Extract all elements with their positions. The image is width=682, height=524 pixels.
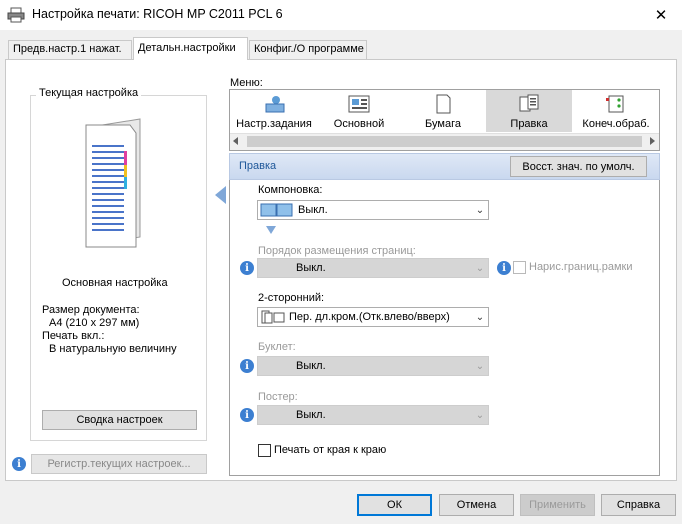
printer-icon <box>7 7 25 23</box>
down-arrow-icon <box>266 226 276 234</box>
poster-label: Постер: <box>258 391 298 403</box>
collapse-arrow-icon[interactable] <box>215 186 226 204</box>
duplex-select[interactable]: Пер. дл.кром.(Отк.влево/вверх) ⌄ <box>257 307 489 327</box>
chevron-down-icon: ⌄ <box>475 409 485 421</box>
settings-content <box>229 180 660 476</box>
info-icon[interactable]: i <box>12 457 26 471</box>
chevron-down-icon: ⌄ <box>475 360 485 372</box>
booklet-value: Выкл. <box>296 360 326 372</box>
menu-item-paper[interactable]: Бумага <box>400 90 486 132</box>
layout-icon <box>260 203 293 217</box>
draw-frame-label: Нарис.границ.рамки <box>529 261 633 273</box>
menu-item-finishing[interactable]: Конеч.обраб. <box>572 90 659 132</box>
layout-label: Компоновка: <box>258 184 323 196</box>
menu-item-label: Основной <box>333 118 385 130</box>
ok-button[interactable]: ОК <box>357 494 432 516</box>
basic-icon <box>348 95 370 113</box>
document-preview-image <box>85 118 141 248</box>
doc-size-label: Размер документа: <box>42 304 140 316</box>
chevron-down-icon: ⌄ <box>475 262 485 274</box>
menu-item-label: Бумага <box>425 118 461 130</box>
info-icon[interactable]: i <box>240 359 254 373</box>
chevron-down-icon: ⌄ <box>475 311 485 323</box>
menu-item-label: Настр.задания <box>236 118 312 130</box>
edge-to-edge-checkbox[interactable] <box>258 444 271 457</box>
edit-icon <box>519 94 539 112</box>
info-icon[interactable]: i <box>497 261 511 275</box>
print-on-label: Печать вкл.: <box>42 330 105 342</box>
page-order-select: Выкл. ⌄ <box>257 258 489 278</box>
mode-text: Основная настройка <box>62 277 168 289</box>
current-settings-title: Текущая настройка <box>36 87 142 99</box>
cancel-button[interactable]: Отмена <box>439 494 514 516</box>
window-title: Настройка печати: RICOH MP C2011 PCL 6 <box>32 7 283 21</box>
menu-item-basic[interactable]: Основной <box>318 90 400 132</box>
page-order-label: Порядок размещения страниц: <box>258 245 416 257</box>
doc-size-value: A4 (210 x 297 мм) <box>49 317 140 329</box>
settings-summary-button[interactable]: Сводка настроек <box>42 410 197 430</box>
paper-icon <box>436 94 451 114</box>
chevron-down-icon: ⌄ <box>475 204 485 216</box>
booklet-select: Выкл. ⌄ <box>257 356 489 376</box>
menu-item-label: Конеч.обраб. <box>582 118 650 130</box>
tab-config-about[interactable]: Конфиг./О программе <box>249 40 367 59</box>
tab-detailed-settings[interactable]: Детальн.настройки <box>133 37 248 60</box>
page-order-value: Выкл. <box>296 262 326 274</box>
draw-frame-checkbox <box>513 261 526 274</box>
layout-value: Выкл. <box>298 204 328 216</box>
poster-select: Выкл. ⌄ <box>257 405 489 425</box>
menu-item-label: Правка <box>510 118 548 130</box>
duplex-value: Пер. дл.кром.(Отк.влево/вверх) <box>289 311 450 323</box>
layout-select[interactable]: Выкл. ⌄ <box>257 200 489 220</box>
apply-button: Применить <box>520 494 595 516</box>
finishing-icon <box>606 95 624 113</box>
poster-value: Выкл. <box>296 409 326 421</box>
restore-defaults-button[interactable]: Восст. знач. по умолч. <box>510 156 647 177</box>
section-title: Правка <box>239 160 277 172</box>
job-settings-icon <box>265 96 285 113</box>
duplex-icon <box>261 310 285 324</box>
tab-presets[interactable]: Предв.настр.1 нажат. <box>8 40 132 59</box>
duplex-label: 2-сторонний: <box>258 292 325 304</box>
info-icon[interactable]: i <box>240 408 254 422</box>
help-button[interactable]: Справка <box>601 494 676 516</box>
menu-label: Меню: <box>230 77 263 89</box>
print-on-value: В натуральную величину <box>49 343 177 355</box>
info-icon[interactable]: i <box>240 261 254 275</box>
edge-to-edge-label: Печать от края к краю <box>274 444 387 456</box>
register-settings-button: Регистр.текущих настроек... <box>31 454 207 474</box>
menu-item-job-settings[interactable]: Настр.задания <box>230 90 318 132</box>
close-button[interactable]: ✕ <box>640 0 682 30</box>
scroll-right-icon[interactable] <box>650 137 655 145</box>
booklet-label: Буклет: <box>258 341 296 353</box>
scrollbar-thumb[interactable] <box>247 136 642 147</box>
scroll-left-icon[interactable] <box>233 137 238 145</box>
menu-item-edit[interactable]: Правка <box>486 90 572 132</box>
